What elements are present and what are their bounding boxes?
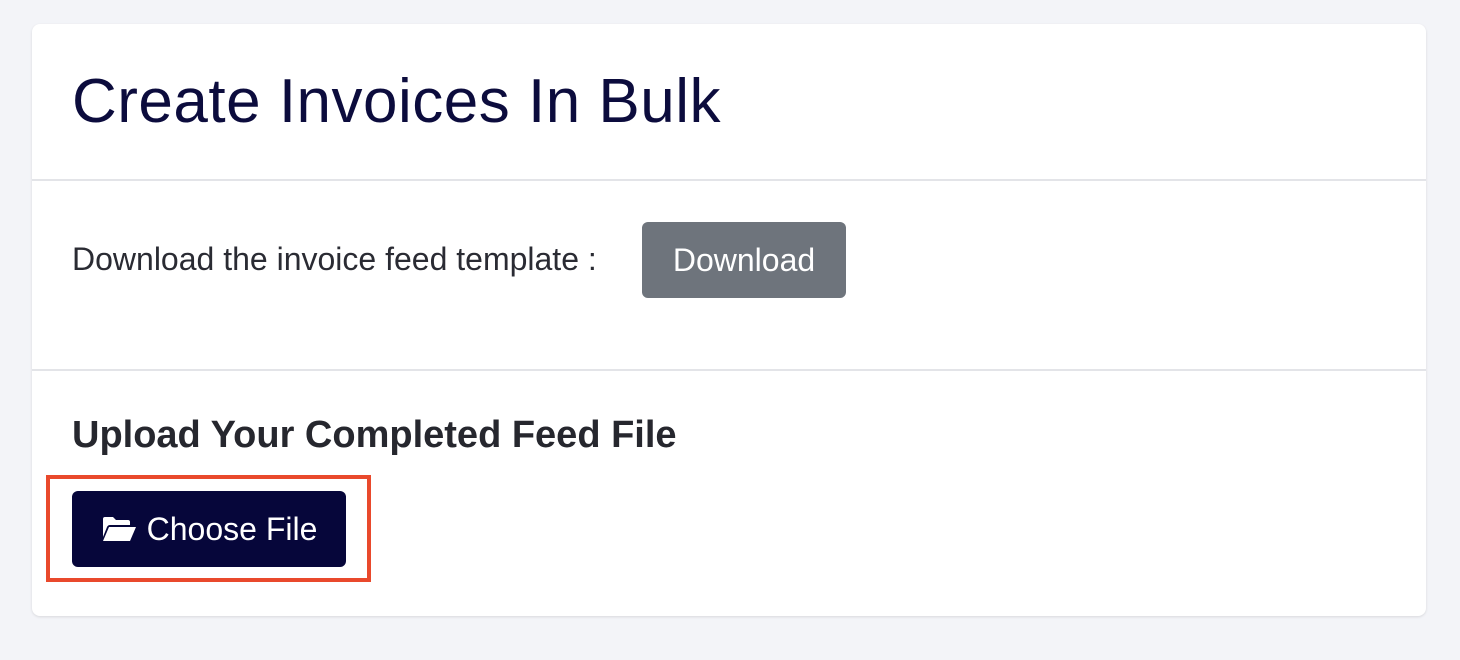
download-template-label: Download the invoice feed template : bbox=[72, 241, 597, 277]
choose-file-label: Choose File bbox=[146, 511, 318, 547]
upload-feed-section: Upload Your Completed Feed File Choose F… bbox=[32, 371, 1426, 614]
folder-open-icon bbox=[101, 515, 137, 543]
download-button[interactable]: Download bbox=[642, 222, 846, 298]
choose-file-button[interactable]: Choose File bbox=[72, 491, 346, 567]
upload-section-title: Upload Your Completed Feed File bbox=[72, 414, 677, 456]
card-header: Create Invoices In Bulk bbox=[32, 24, 1426, 181]
download-template-section: Download the invoice feed template : Dow… bbox=[32, 181, 1426, 371]
bulk-invoice-card: Create Invoices In Bulk Download the inv… bbox=[32, 24, 1426, 616]
page-title: Create Invoices In Bulk bbox=[72, 67, 722, 136]
